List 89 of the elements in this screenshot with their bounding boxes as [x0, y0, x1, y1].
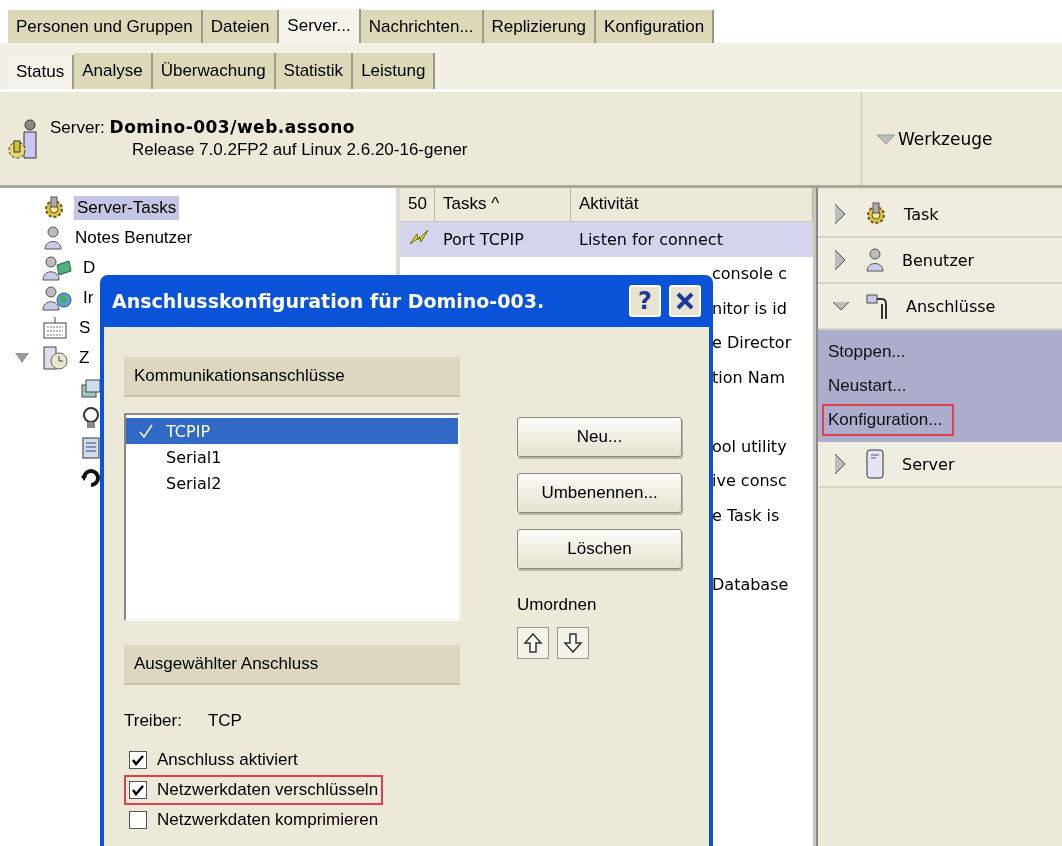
checkbox[interactable]: [129, 751, 147, 769]
menu-action[interactable]: Neustart...: [822, 370, 913, 402]
table-cell-text: Port TCPIP: [442, 229, 525, 249]
list-item[interactable]: Serial1: [126, 444, 458, 470]
check-icon: [132, 754, 144, 766]
server-icon: [864, 449, 886, 479]
check-icon: [132, 784, 144, 796]
move-down-button[interactable]: [557, 627, 589, 659]
tab[interactable]: Analyse: [74, 53, 153, 89]
expand-arrow-icon: [832, 203, 848, 225]
person-icon: [42, 226, 64, 250]
tab[interactable]: Konfiguration: [596, 10, 715, 43]
tree-item[interactable]: D: [80, 256, 99, 280]
plug-icon: [866, 292, 890, 320]
server-name: Domino-003/web.assono: [109, 117, 355, 137]
driver-value: TCP: [207, 711, 242, 731]
people-globe-icon: [42, 285, 72, 311]
up-arrow-icon: [523, 632, 543, 654]
table-cell-text: Database: [712, 574, 790, 594]
table-cell-text: ool utility: [712, 436, 788, 456]
close-icon: [676, 292, 694, 310]
dialog-title: Anschlusskonfiguration für Domino-003.: [112, 290, 546, 312]
refresh-icon: [80, 467, 102, 489]
tree-item[interactable]: Notes Benutzer: [72, 226, 196, 250]
lightning-icon: [408, 228, 430, 247]
release-text: Release 7.0.2FP2 auf Linux 2.6.20-16-gener: [131, 139, 468, 161]
down-arrow-icon: [563, 632, 583, 654]
column-header[interactable]: 50: [400, 188, 435, 221]
gear-icon: [42, 196, 66, 220]
menu-action[interactable]: Konfiguration...: [822, 404, 955, 436]
dialog-button[interactable]: Löschen: [517, 529, 682, 569]
tree-item[interactable]: Z: [76, 346, 93, 370]
list-item[interactable]: TCPIP: [126, 418, 458, 444]
list-item[interactable]: Serial2: [126, 470, 458, 496]
reorder-label: Umordnen: [517, 595, 598, 615]
tab[interactable]: Server...: [279, 9, 361, 43]
checkbox[interactable]: [129, 811, 147, 829]
column-header[interactable]: Tasks ^: [435, 188, 571, 221]
tools-section[interactable]: Server: [818, 442, 1062, 488]
section-header: Kommunikationsanschlüsse: [124, 357, 460, 397]
tree-item[interactable]: Server-Tasks: [74, 196, 180, 220]
table-cell-text: nitor is id: [712, 298, 788, 318]
server-clock-icon: [42, 345, 68, 371]
gear-icon: [864, 202, 888, 226]
table-cell-text: e Director: [712, 333, 793, 353]
tab[interactable]: Überwachung: [152, 53, 276, 89]
keyboard-icon: [42, 316, 68, 340]
people-icon: [42, 255, 72, 281]
caret-icon: [876, 132, 896, 145]
checkbox[interactable]: [129, 781, 147, 799]
driver-label: Treiber:: [124, 711, 182, 731]
tools-toggle[interactable]: Werkzeuge: [876, 128, 993, 149]
close-button[interactable]: [669, 285, 701, 317]
port-list[interactable]: TCPIP Serial1 Serial2: [124, 413, 460, 621]
table-cell-text: e Task is: [712, 505, 781, 525]
dialog-button[interactable]: Neu...: [517, 417, 682, 457]
section-header: Ausgewählter Anschluss: [124, 645, 460, 685]
expand-arrow-icon: [832, 249, 848, 271]
column-header[interactable]: Aktivität: [571, 188, 813, 221]
table-cell-text: tion Nam: [712, 367, 787, 387]
tab[interactable]: Nachrichten...: [360, 10, 484, 43]
tools-section[interactable]: Anschlüsse: [818, 284, 1062, 330]
checkbox-label[interactable]: Netzwerkdaten verschlüsseln: [157, 780, 379, 800]
move-up-button[interactable]: [517, 627, 549, 659]
tab[interactable]: Status: [8, 55, 75, 89]
bulb-icon: [80, 406, 102, 430]
tools-section[interactable]: Task: [818, 192, 1062, 238]
tab[interactable]: Leistung: [353, 53, 436, 89]
table-cell-text: console c: [712, 264, 789, 284]
table-cell-text: ive consc: [712, 471, 788, 491]
table-cell-text: Listen for connect: [578, 229, 724, 249]
stack-icon: [80, 377, 102, 399]
collapse-arrow-icon: [832, 301, 850, 311]
tools-section[interactable]: Benutzer: [818, 238, 1062, 284]
tab[interactable]: Dateien: [202, 10, 280, 43]
tree-item[interactable]: S: [76, 316, 94, 340]
expand-arrow-icon: [832, 453, 848, 475]
menu-action[interactable]: Stoppen...: [822, 336, 912, 368]
help-button[interactable]: ?: [629, 285, 661, 317]
document-icon: [80, 436, 102, 460]
tab[interactable]: Replizierung: [483, 10, 597, 43]
person-icon: [864, 248, 886, 272]
tab[interactable]: Personen und Gruppen: [8, 10, 203, 43]
checkbox-label[interactable]: Netzwerkdaten komprimieren: [157, 810, 379, 830]
server-label: Server:: [50, 118, 106, 137]
tab[interactable]: Statistik: [275, 53, 354, 89]
tree-item[interactable]: Ir: [80, 286, 97, 310]
checkbox-label[interactable]: Anschluss aktiviert: [157, 750, 298, 770]
dialog-button[interactable]: Umbenennen...: [517, 473, 682, 513]
